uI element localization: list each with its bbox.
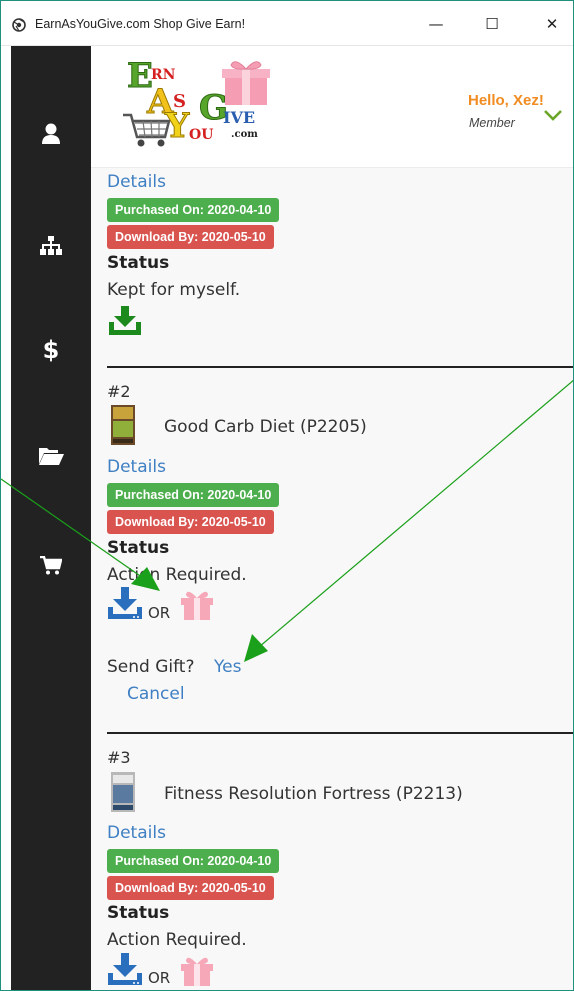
sidebar-item-shop[interactable] bbox=[11, 546, 91, 586]
download-icon[interactable] bbox=[107, 587, 143, 621]
header: E RN A S Y OU G IVE .com Hello, Xez! Mem… bbox=[91, 46, 573, 168]
sitemap-icon bbox=[40, 236, 62, 255]
product-thumbnail bbox=[111, 772, 135, 812]
gift-icon[interactable] bbox=[180, 956, 214, 986]
purchased-badge: Purchased On: 2020-04-10 bbox=[107, 198, 280, 222]
details-link[interactable]: Details bbox=[107, 457, 166, 477]
download-icon[interactable] bbox=[108, 306, 142, 336]
svg-text:IVE: IVE bbox=[223, 108, 255, 127]
greeting-text: Hello, Xez! bbox=[468, 92, 544, 109]
svg-text:RN: RN bbox=[151, 67, 176, 83]
or-text: OR bbox=[148, 969, 171, 987]
download-by-badge: Download By: 2020-05-10 bbox=[107, 876, 274, 900]
title-bar: EarnAsYouGive.com Shop Give Earn! — ☐ ✕ bbox=[1, 1, 573, 46]
order-number: #3 bbox=[107, 748, 131, 767]
chevron-down-icon[interactable] bbox=[543, 109, 563, 123]
svg-text:Y: Y bbox=[164, 106, 190, 146]
status-text: Kept for myself. bbox=[107, 280, 241, 300]
orders-list[interactable]: Details Purchased On: 2020-04-10 Downloa… bbox=[91, 168, 573, 990]
details-link[interactable]: Details bbox=[107, 172, 166, 192]
folder-open-icon bbox=[39, 448, 64, 465]
svg-text:.com: .com bbox=[231, 129, 258, 140]
gift-icon[interactable] bbox=[180, 590, 214, 620]
app-window: EarnAsYouGive.com Shop Give Earn! — ☐ ✕ … bbox=[0, 0, 574, 991]
sidebar-item-profile[interactable] bbox=[11, 114, 91, 154]
app-icon bbox=[12, 18, 26, 32]
download-by-badge: Download By: 2020-05-10 bbox=[107, 225, 274, 249]
product-name: Good Carb Diet (P2205) bbox=[164, 417, 367, 437]
svg-text:OU: OU bbox=[189, 127, 213, 143]
download-by-badge: Download By: 2020-05-10 bbox=[107, 510, 274, 534]
status-text: Action Required. bbox=[107, 565, 247, 585]
close-button[interactable]: ✕ bbox=[529, 9, 573, 39]
site-logo[interactable]: E RN A S Y OU G IVE .com bbox=[121, 57, 276, 157]
user-icon bbox=[42, 123, 60, 144]
svg-text:$: $ bbox=[43, 337, 59, 363]
order-number: #2 bbox=[107, 382, 131, 401]
maximize-button[interactable]: ☐ bbox=[469, 9, 515, 39]
member-role: Member bbox=[469, 116, 515, 130]
send-gift-label: Send Gift? bbox=[107, 657, 195, 677]
sidebar-item-network[interactable] bbox=[11, 226, 91, 266]
status-label: Status bbox=[107, 253, 170, 273]
window-title: EarnAsYouGive.com Shop Give Earn! bbox=[35, 17, 246, 31]
status-label: Status bbox=[107, 903, 170, 923]
product-name: Fitness Resolution Fortress (P2213) bbox=[164, 784, 463, 804]
sidebar-item-files[interactable] bbox=[11, 436, 91, 476]
status-text: Action Required. bbox=[107, 930, 247, 950]
details-link[interactable]: Details bbox=[107, 823, 166, 843]
sidebar-item-earnings[interactable]: $ bbox=[11, 330, 91, 370]
download-icon[interactable] bbox=[107, 953, 143, 987]
status-label: Status bbox=[107, 538, 170, 558]
order-divider bbox=[107, 732, 573, 734]
send-gift-yes-link[interactable]: Yes bbox=[214, 657, 241, 677]
product-thumbnail bbox=[111, 405, 135, 445]
sidebar: $ bbox=[11, 46, 91, 990]
shopping-cart-icon bbox=[40, 556, 62, 575]
cancel-link[interactable]: Cancel bbox=[127, 684, 185, 704]
order-divider bbox=[107, 366, 573, 368]
purchased-badge: Purchased On: 2020-04-10 bbox=[107, 483, 280, 507]
dollar-icon: $ bbox=[43, 337, 59, 363]
minimize-button[interactable]: — bbox=[413, 9, 459, 39]
purchased-badge: Purchased On: 2020-04-10 bbox=[107, 849, 280, 873]
or-text: OR bbox=[148, 604, 171, 622]
